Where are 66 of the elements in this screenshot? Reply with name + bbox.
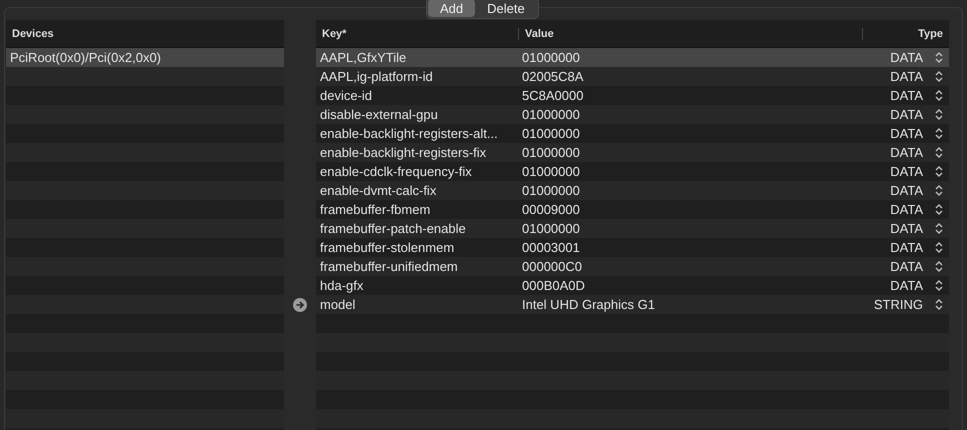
value-cell-text: 01000000 [521,126,581,141]
key-cell-text: AAPL,ig-platform-id [319,69,434,84]
key-cell-text: AAPL,GfxYTile [319,50,408,65]
type-cell-text: DATA [889,126,924,141]
stepper-icon[interactable] [935,204,943,215]
value-cell-text: 5C8A0000 [521,88,584,103]
property-row[interactable]: AAPL,GfxYTile 01000000 DATA [316,48,949,67]
device-path: PciRoot(0x0)/Pci(0x2,0x0) [9,50,162,65]
type-cell-text: DATA [889,145,924,160]
stepper-icon[interactable] [935,52,943,63]
stepper-icon[interactable] [935,109,943,120]
key-cell-text: enable-backlight-registers-alt... [319,126,499,141]
value-cell-text: 01000000 [521,107,581,122]
stepper-icon[interactable] [935,128,943,139]
value-cell-text: Intel UHD Graphics G1 [521,297,656,312]
value-cell-text: 01000000 [521,221,581,236]
type-cell-text: DATA [889,278,924,293]
segment-tab[interactable]: Delete [475,0,537,17]
stepper-icon[interactable] [935,280,943,291]
type-cell-text: DATA [889,221,924,236]
stepper-icon[interactable] [935,90,943,101]
type-cell-text: STRING [872,297,924,312]
key-cell-text: disable-external-gpu [319,107,439,122]
key-cell-text: device-id [319,88,374,103]
type-cell-text: DATA [889,183,924,198]
stepper-icon[interactable] [935,299,943,310]
value-cell-text: 000000C0 [521,259,583,274]
type-cell-text: DATA [889,240,924,255]
value-cell-text: 00003001 [521,240,581,255]
stepper-icon[interactable] [935,147,943,158]
key-cell-text: enable-backlight-registers-fix [319,145,488,160]
segment-tab[interactable]: Add [428,0,476,17]
column-header[interactable]: Value [518,28,862,40]
key-cell-text: framebuffer-unifiedmem [319,259,459,274]
device-row[interactable]: PciRoot(0x0)/Pci(0x2,0x0) [6,48,284,67]
value-cell-text: 00009000 [521,202,581,217]
column-header[interactable]: Key* [316,28,518,40]
type-cell-text: DATA [889,259,924,274]
key-cell-text: model [319,297,356,312]
type-cell-text: DATA [889,107,924,122]
type-cell-text: DATA [889,50,924,65]
stepper-icon[interactable] [935,166,943,177]
key-cell-text: hda-gfx [319,278,364,293]
value-cell-text: 01000000 [521,50,581,65]
stepper-icon[interactable] [935,242,943,253]
column-header[interactable]: Type [862,28,949,40]
stepper-icon[interactable] [935,185,943,196]
value-cell-text: 02005C8A [521,69,584,84]
type-cell-text: DATA [889,69,924,84]
key-cell-text: framebuffer-fbmem [319,202,432,217]
type-cell-text: DATA [889,202,924,217]
stepper-icon[interactable] [935,71,943,82]
value-cell-text: 01000000 [521,145,581,160]
value-cell-text: 01000000 [521,183,581,198]
type-cell-text: DATA [889,88,924,103]
type-cell-text: DATA [889,164,924,179]
stepper-icon[interactable] [935,223,943,234]
key-cell-text: enable-dvmt-calc-fix [319,183,438,198]
column-header[interactable]: Devices [6,28,284,40]
arrow-right-icon[interactable] [293,298,307,312]
value-cell-text: 01000000 [521,164,581,179]
stepper-icon[interactable] [935,261,943,272]
value-cell-text: 000B0A0D [521,278,586,293]
key-cell-text: framebuffer-stolenmem [319,240,456,255]
key-cell-text: enable-cdclk-frequency-fix [319,164,473,179]
key-cell-text: framebuffer-patch-enable [319,221,467,236]
